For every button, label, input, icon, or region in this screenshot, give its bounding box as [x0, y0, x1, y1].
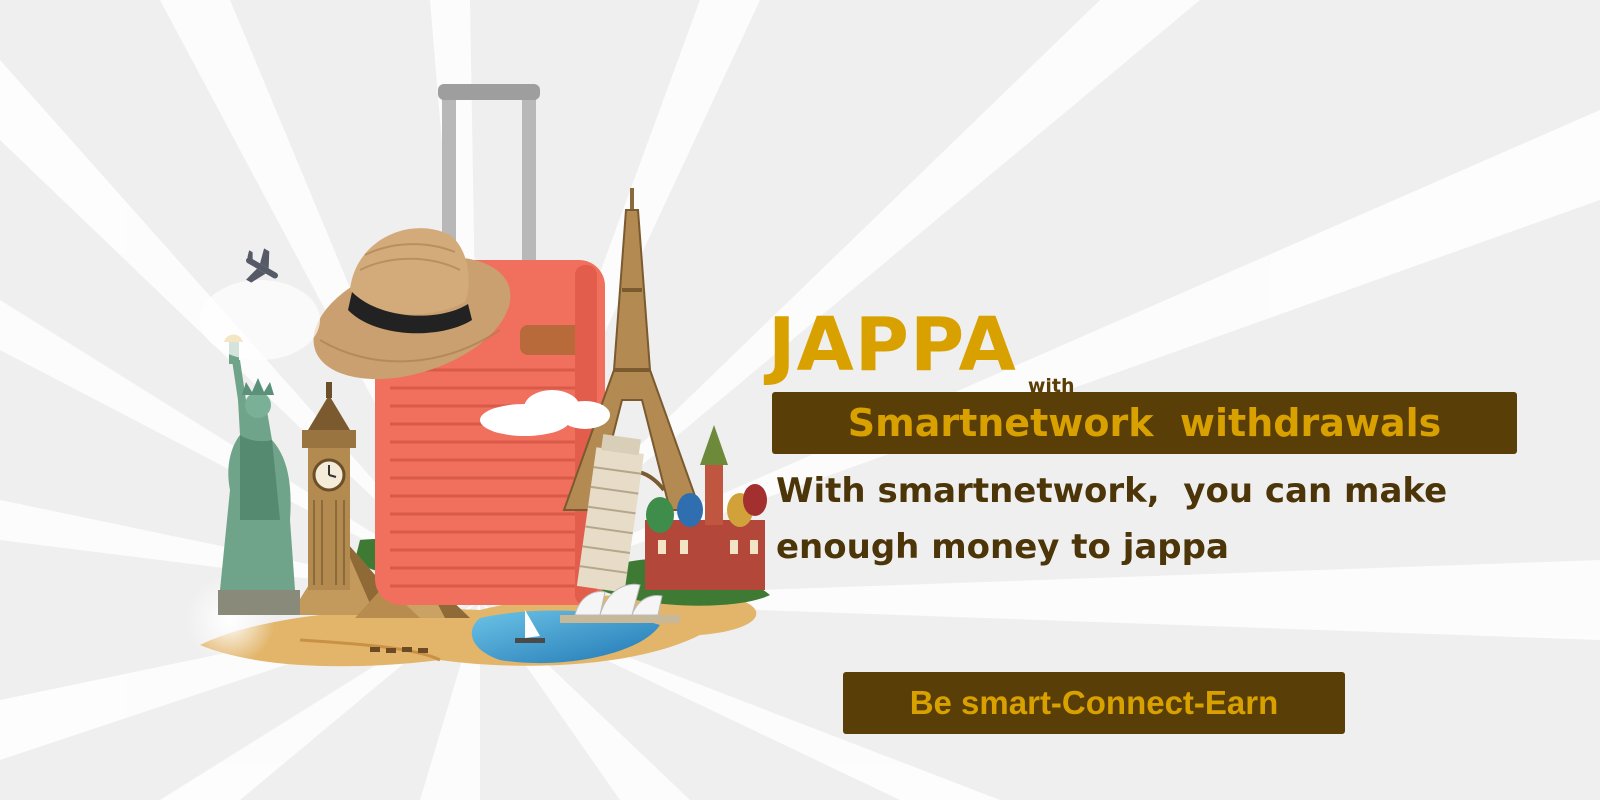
banner-text: Smartnetwork withdrawals	[847, 401, 1442, 445]
description-line-2: enough money to jappa	[776, 527, 1229, 567]
description: With smartnetwork, you can make enough m…	[776, 463, 1536, 575]
description-line-1: With smartnetwork, you can make	[776, 471, 1448, 511]
headline-main: JAPPA	[768, 302, 1017, 388]
cta-button[interactable]: Be smart-Connect-Earn	[843, 672, 1345, 734]
statue-of-liberty	[218, 334, 300, 615]
withdrawals-banner: Smartnetwork withdrawals	[772, 392, 1517, 454]
cta-label: Be smart-Connect-Earn	[909, 684, 1279, 721]
headline: JAPPA with	[768, 300, 1075, 397]
big-ben	[302, 382, 356, 590]
travel-illustration	[185, 84, 770, 667]
